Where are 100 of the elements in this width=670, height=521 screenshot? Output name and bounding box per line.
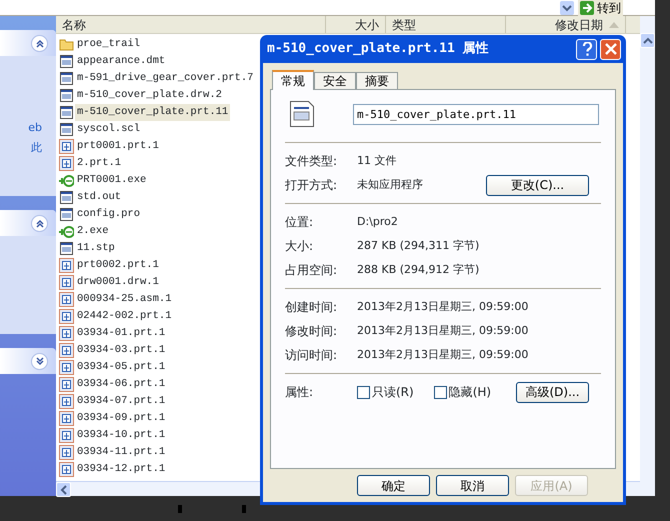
file-item[interactable]: prt0001.prt.1: [75, 138, 161, 155]
file-item[interactable]: prt0002.prt.1: [75, 257, 161, 274]
column-header[interactable]: 类型: [386, 16, 506, 33]
collapse-button[interactable]: [31, 214, 48, 232]
file-item[interactable]: PRT0001.exe: [75, 172, 148, 189]
file-item[interactable]: 03934-09.prt.1: [75, 410, 168, 427]
go-button[interactable]: 转到: [578, 0, 623, 16]
part-file-icon: [59, 292, 74, 307]
field-value: 2013年2月13日星期三, 09:59:00: [357, 322, 530, 339]
document-icon: [59, 190, 74, 205]
close-icon: [604, 42, 618, 56]
sort-arrow-icon: [609, 20, 619, 28]
program-icon: [59, 173, 74, 188]
file-item[interactable]: std.out: [75, 189, 124, 206]
file-item[interactable]: 11.stp: [75, 240, 117, 257]
dialog-button[interactable]: 取消: [436, 475, 509, 496]
field-label: 大小:: [285, 238, 314, 255]
field-value: 288 KB (294,912 字节): [357, 262, 480, 278]
field-label: 修改时间:: [285, 323, 338, 340]
field-value: 287 KB (294,311 字节): [357, 238, 480, 254]
part-file-icon: [59, 275, 74, 290]
part-file-icon: [59, 445, 74, 460]
field-label: 占用空间:: [285, 262, 338, 279]
collapse-button[interactable]: [31, 34, 48, 52]
file-item[interactable]: 03934-01.prt.1: [75, 325, 168, 342]
file-item[interactable]: m-510_cover_plate.drw.2: [75, 87, 224, 104]
arrow-right-icon: [580, 0, 594, 14]
field-label: 位置:: [285, 214, 314, 231]
checkbox[interactable]: 只读(R): [357, 383, 414, 401]
part-file-icon: [59, 309, 74, 324]
file-item[interactable]: 03934-12.prt.1: [75, 461, 168, 478]
tab[interactable]: 常规: [272, 70, 314, 90]
file-item[interactable]: 03934-07.prt.1: [75, 393, 168, 410]
part-file-icon: [59, 139, 74, 154]
file-item[interactable]: m-510_cover_plate.prt.11: [75, 104, 230, 121]
file-name-field[interactable]: m-510_cover_plate.prt.11: [353, 104, 599, 124]
document-icon: [59, 88, 74, 103]
file-item[interactable]: m-591_drive_gear_cover.prt.7: [75, 70, 256, 87]
field-value: 未知应用程序: [357, 176, 424, 193]
help-button[interactable]: [576, 38, 597, 60]
file-item[interactable]: 03934-11.prt.1: [75, 444, 168, 461]
document-icon: [59, 207, 74, 222]
dropdown-arrow-button[interactable]: [560, 0, 574, 14]
part-file-icon: [59, 377, 74, 392]
field-label: 创建时间:: [285, 299, 338, 316]
double-chevron-down-icon: [34, 356, 44, 366]
dialog-button[interactable]: 确定: [357, 475, 430, 496]
field-label: 访问时间:: [285, 347, 338, 364]
folder-icon: [59, 37, 74, 52]
program-icon: [59, 224, 74, 239]
file-item[interactable]: 02442-002.prt.1: [75, 308, 174, 325]
document-icon: [59, 71, 74, 86]
change-button[interactable]: 更改(C)...: [486, 174, 589, 196]
part-file-icon: [59, 462, 74, 477]
file-item[interactable]: 000934-25.asm.1: [75, 291, 174, 308]
document-icon: [59, 105, 74, 120]
tab[interactable]: 摘要: [356, 72, 398, 89]
field-label: 打开方式:: [285, 177, 338, 194]
expand-button[interactable]: [31, 352, 48, 370]
document-icon: [59, 54, 74, 69]
file-item[interactable]: proe_trail: [75, 36, 142, 53]
part-file-icon: [59, 258, 74, 273]
part-file-icon: [59, 428, 74, 443]
file-item[interactable]: drw0001.drw.1: [75, 274, 161, 291]
column-header[interactable]: 名称: [56, 16, 326, 33]
file-item[interactable]: config.pro: [75, 206, 142, 223]
double-chevron-up-icon: [34, 218, 44, 228]
double-chevron-up-icon: [34, 38, 44, 48]
part-file-icon: [59, 360, 74, 375]
part-file-icon: [59, 394, 74, 409]
field-value: 2013年2月13日星期三, 09:59:00: [357, 298, 530, 315]
file-item[interactable]: 03934-06.prt.1: [75, 376, 168, 393]
field-label: 文件类型:: [285, 153, 338, 170]
part-file-icon: [59, 156, 74, 171]
file-item[interactable]: 2.exe: [75, 223, 111, 240]
field-value: 11 文件: [357, 152, 398, 169]
chevron-up-icon: [642, 36, 652, 44]
document-icon: [59, 122, 74, 137]
checkbox[interactable]: 隐藏(H): [434, 383, 492, 401]
task-link[interactable]: 此: [0, 138, 56, 158]
file-item[interactable]: appearance.dmt: [75, 53, 168, 70]
file-item[interactable]: 2.prt.1: [75, 155, 124, 172]
column-header[interactable]: 修改日期: [506, 16, 626, 33]
file-item[interactable]: 03934-05.prt.1: [75, 359, 168, 376]
document-icon: [59, 241, 74, 256]
file-item[interactable]: 03934-03.prt.1: [75, 342, 168, 359]
part-file-icon: [59, 343, 74, 358]
tab[interactable]: 安全: [314, 72, 356, 89]
column-header[interactable]: 大小: [326, 16, 386, 33]
part-file-icon: [59, 326, 74, 341]
scroll-up-button[interactable]: [640, 33, 655, 48]
close-button[interactable]: [600, 38, 621, 60]
scroll-left-button[interactable]: [56, 482, 71, 497]
chevron-left-icon: [60, 484, 68, 494]
field-value: 2013年2月13日星期三, 09:59:00: [357, 346, 530, 363]
task-link[interactable]: eb: [0, 118, 56, 138]
document-icon: [289, 100, 315, 128]
file-item[interactable]: 03934-10.prt.1: [75, 427, 168, 444]
advanced-button[interactable]: 高级(D)...: [516, 382, 589, 402]
file-item[interactable]: syscol.scl: [75, 121, 142, 138]
